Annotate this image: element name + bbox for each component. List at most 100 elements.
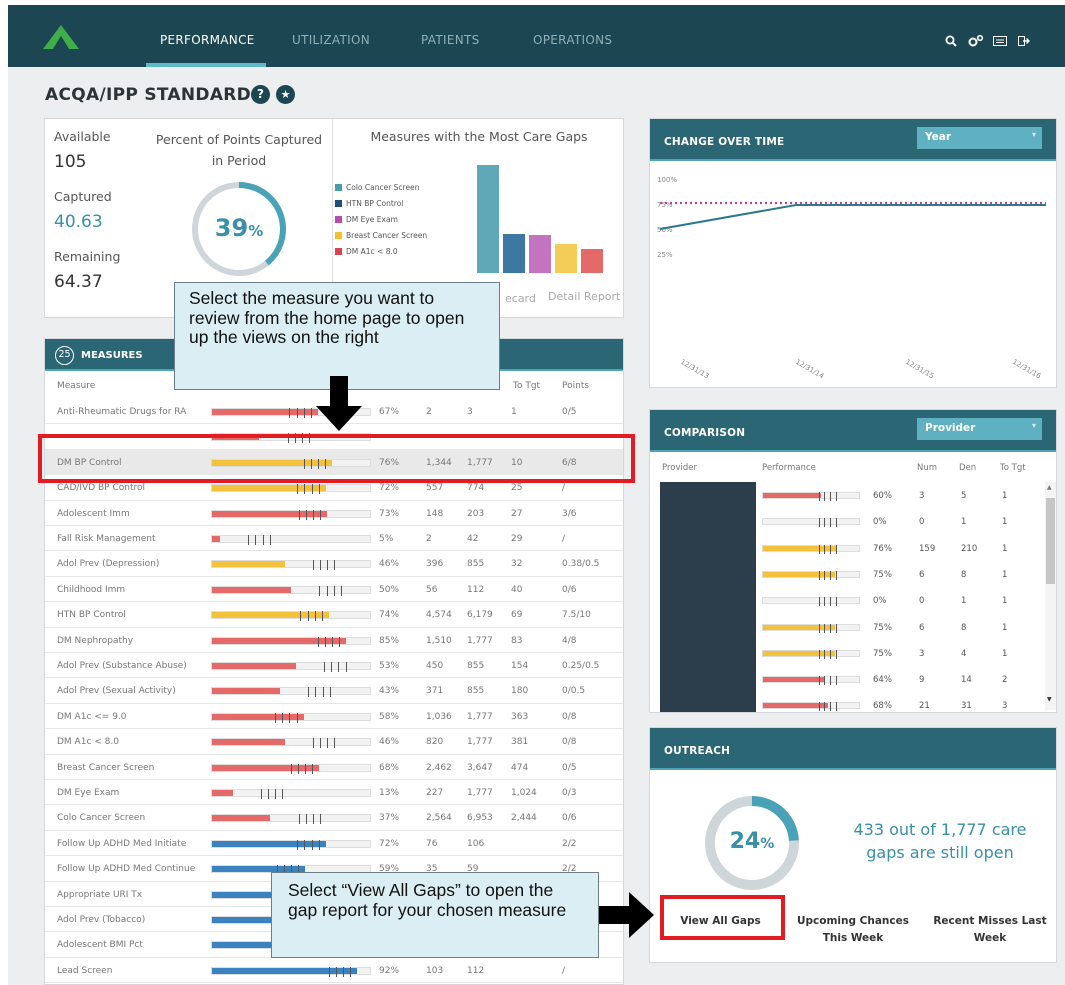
table-row[interactable]: Adol Prev (Sexual Activity) 43% 371 855 180 0… [45,678,623,704]
target-tick [282,789,284,799]
care-gap-bar [477,165,499,273]
table-row[interactable]: DM Eye Exam 13% 227 1,777 1,024 0/3 [45,780,623,806]
x-tick-label: 12/31/16 [1011,358,1043,381]
col-num: Num [917,463,938,473]
search-icon[interactable] [945,35,957,47]
table-row[interactable]: DM A1c < 8.0 46% 820 1,777 381 0/8 [45,729,623,755]
measure-percent: 68% [379,762,400,773]
measure-den: 42 [467,534,479,544]
measure-name: Adol Prev (Sexual Activity) [57,686,176,697]
measure-percent: 58% [379,711,400,722]
col-measure: Measure [57,381,96,391]
top-navbar: PERFORMANCE UTILIZATION PATIENTS OPERATI… [8,5,1065,67]
table-row[interactable]: 0% 0 1 1 [650,508,1056,534]
provider-percent: 68% [873,701,892,712]
help-icon[interactable]: ? [251,85,270,104]
tab-utilization[interactable]: UTILIZATION [292,33,370,47]
target-tick [310,408,312,418]
table-row[interactable]: DM Nephropathy 85% 1,510 1,777 83 4/8 [45,628,623,653]
measure-num: 2,462 [426,762,452,773]
table-row[interactable]: Childhood Imm 50% 56 112 40 0/6 [45,577,623,603]
app-logo-icon[interactable] [42,23,80,51]
table-row[interactable]: 76% 159 210 1 [650,535,1056,561]
table-row[interactable]: 68% 21 31 3 [650,692,1056,712]
target-tick [340,585,342,596]
remaining-label: Remaining [54,249,121,264]
period-dropdown[interactable]: Year ▾ [917,127,1042,149]
measure-to-target: 180 [511,686,529,697]
table-row[interactable]: Lead Screen 92% 103 112 / [45,958,623,984]
table-row[interactable]: HTN BP Control 74% 4,574 6,179 69 7.5/10 [45,602,623,628]
table-row[interactable]: 75% 3 4 1 [650,640,1056,666]
care-gaps-legend: Colo Cancer Screen HTN BP Control DM Eye E… [335,183,455,283]
measure-percent: 67% [379,407,400,417]
change-over-time-chart: 100%75%50%25%12/31/13 12/31/14 12/31/15 12/… [657,176,1046,381]
measure-points: 0.38/0.5 [562,559,600,570]
legend-swatch [335,248,342,255]
measure-to-target: 1 [511,407,517,417]
target-tick [824,570,826,580]
target-tick [318,484,320,495]
target-tick [830,597,832,607]
table-row[interactable]: Breast Cancer Screen 68% 2,462 3,647 474 0/5 [45,755,623,780]
target-tick [333,585,335,596]
target-tick [298,763,300,774]
table-row[interactable]: DM A1c <= 9.0 58% 1,036 1,777 363 0/8 [45,704,623,730]
upcoming-chances-link[interactable]: Upcoming Chances This Week [788,913,918,947]
tab-operations[interactable]: OPERATIONS [533,33,612,47]
comparison-table: 60% 3 5 1 0% 0 1 1 76% 159 210 1 75% 6 8 1 0% 0 1 1 75% 6 8 1 75… [650,482,1045,712]
target-tick [319,585,321,596]
percent-points-title: Percent of Points Captured in Period [155,132,323,168]
target-tick [835,570,837,580]
measure-den: 3 [467,407,473,417]
scroll-up-icon[interactable]: ▲ [1047,484,1052,491]
detail-report-link[interactable]: Detail Report [548,290,620,303]
settings-icon[interactable] [968,34,984,48]
table-row[interactable]: Adol Prev (Substance Abuse) 53% 450 855 154 0… [45,653,623,679]
target-tick [338,662,340,672]
target-tick [320,560,322,571]
performance-bar-fill [212,840,326,847]
target-tick [303,408,305,418]
scrollbar-thumb[interactable] [1046,498,1055,584]
performance-bar [211,611,371,622]
target-tick [262,535,264,545]
scrollbar[interactable]: ▲ ▼ [1045,482,1056,710]
table-row[interactable]: Colo Cancer Screen 37% 2,564 6,953 2,444 0/6 [45,805,623,831]
star-icon[interactable]: ★ [276,85,295,104]
table-row[interactable]: Adolescent Imm 73% 148 203 27 3/6 [45,501,623,526]
performance-bar [211,966,371,977]
performance-bar-fill [212,790,233,796]
logout-icon[interactable] [1018,36,1030,46]
tab-performance[interactable]: PERFORMANCE [160,33,255,47]
col-to-target: To Tgt [1000,463,1026,473]
table-row[interactable]: 64% 9 14 2 [650,666,1056,692]
table-row[interactable]: 75% 6 8 1 [650,561,1056,587]
table-row[interactable]: 60% 3 5 1 [650,482,1056,508]
target-tick [275,712,277,723]
scorecard-link[interactable]: ecard [505,292,536,305]
table-row[interactable]: Adol Prev (Depression) 46% 396 855 32 0.38/0.… [45,551,623,577]
measure-num: 1,510 [426,635,452,646]
table-row[interactable]: Follow Up ADHD Med Initiate 72% 76 106 2/2 [45,831,623,857]
tab-patients[interactable]: PATIENTS [421,33,480,47]
target-tick [339,636,341,647]
target-tick [818,702,820,712]
target-tick [296,712,298,723]
table-row[interactable]: Fall Risk Management 5% 2 42 29 / [45,526,623,552]
measure-to-target: 29 [511,534,523,544]
message-icon[interactable] [993,36,1007,46]
performance-bar-fill [212,764,320,771]
recent-misses-link[interactable]: Recent Misses Last Week [925,913,1055,947]
table-row[interactable]: 0% 0 1 1 [650,587,1056,613]
instruction-callout-2: Select “View All Gaps” to open the gap r… [271,872,599,958]
measure-num: 148 [426,508,444,519]
provider-to-target: 1 [1002,543,1008,554]
comparison-dropdown[interactable]: Provider ▾ [917,418,1042,440]
table-row[interactable]: 75% 6 8 1 [650,614,1056,640]
target-tick [830,518,832,528]
provider-den: 8 [961,569,967,580]
scroll-down-icon[interactable]: ▼ [1047,696,1052,703]
measure-to-target: 474 [511,762,529,773]
legend-swatch [335,216,342,223]
